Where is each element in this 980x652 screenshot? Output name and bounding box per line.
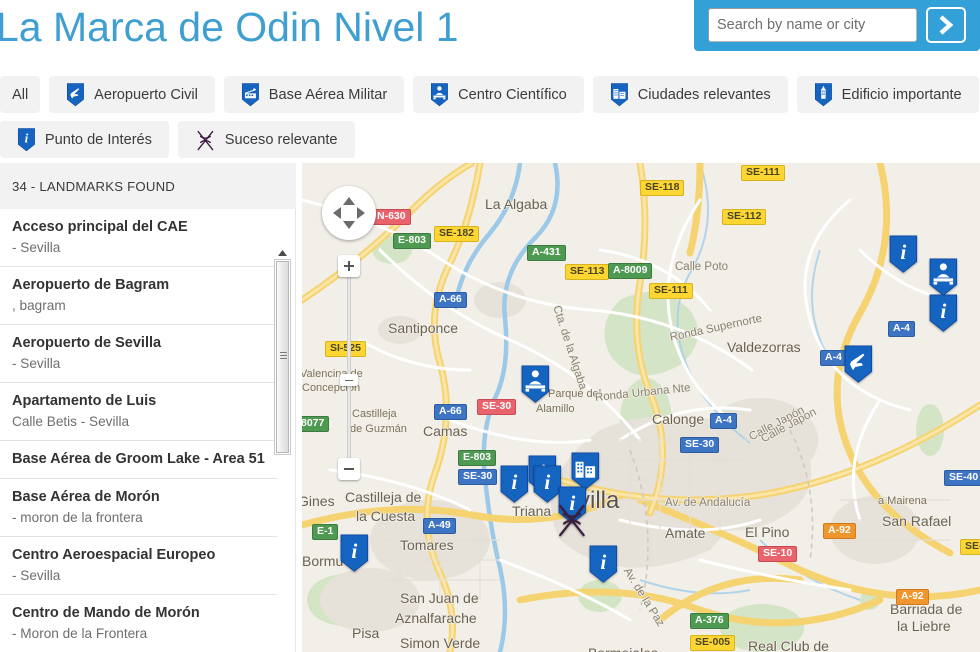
landmarks-count-header: 34 - LANDMARKS FOUND <box>0 163 296 209</box>
filter-chip-label: All <box>12 86 29 103</box>
scrollbar-grip-icon <box>280 352 287 359</box>
landmark-title: Aeropuerto de Bagram <box>12 277 170 293</box>
map-zoom-slider[interactable] <box>338 255 360 480</box>
map-marker-info-marker[interactable]: i <box>588 545 622 589</box>
map-viewport[interactable]: La Algaba Santiponce Valdezorras Camas Calon… <box>302 163 980 652</box>
landmark-title: Base Aérea de Morón <box>12 489 160 505</box>
filter-chip-base-a-rea-militar[interactable]: Base Aérea Militar <box>223 76 405 113</box>
filter-chip-aeropuerto-civil[interactable]: Aeropuerto Civil <box>49 76 215 113</box>
svg-text:i: i <box>600 550 606 574</box>
military-airbase-marker-icon <box>241 82 260 107</box>
list-scrollbar-thumb[interactable] <box>276 261 289 453</box>
zoom-slider-handle[interactable] <box>340 374 358 386</box>
info-marker-icon: i <box>17 127 36 152</box>
page-header: La Marca de Odin Nivel 1 <box>0 0 980 60</box>
svg-text:i: i <box>351 539 357 563</box>
map-marker-info-marker[interactable]: i <box>888 235 922 279</box>
landmark-list-item[interactable]: Aeropuerto de Sevilla - Sevilla <box>0 325 277 383</box>
landmark-title: Apartamento de Luis <box>12 393 157 409</box>
app-root: La Marca de Odin Nivel 1 All Aeropuerto C… <box>0 0 980 652</box>
filter-chip-label: Aeropuerto Civil <box>94 86 198 103</box>
filter-chip-bar: All Aeropuerto Civil Base Aérea Militar Cen… <box>0 76 980 166</box>
filter-chip-label: Ciudades relevantes <box>637 86 771 103</box>
filter-chip-punto-de-inter-s[interactable]: i Punto de Interés <box>0 121 169 158</box>
svg-text:i: i <box>544 470 550 494</box>
landmark-title: Aeropuerto de Sevilla <box>12 335 162 351</box>
city-marker-icon <box>610 82 629 107</box>
list-scrollbar[interactable] <box>274 259 291 455</box>
filter-chip-label: Centro Científico <box>458 86 567 103</box>
landmarks-list: Acceso principal del CAE - Sevilla Aeropue… <box>0 209 277 652</box>
landmark-location: - Sevilla <box>12 356 61 371</box>
map-pan-control[interactable] <box>322 186 376 240</box>
filter-chip-label: Base Aérea Militar <box>268 86 388 103</box>
page-title: La Marca de Odin Nivel 1 <box>0 4 459 50</box>
landmark-title: Centro de Mando de Morón <box>12 605 200 621</box>
landmarks-scroll-area[interactable]: Acceso principal del CAE - Sevilla Aeropue… <box>0 209 296 652</box>
filter-row-secondary: i Punto de Interés Suceso relevante <box>0 121 980 158</box>
map-marker-info-marker[interactable]: i <box>928 294 962 338</box>
zoom-in-button[interactable] <box>338 255 360 277</box>
landmark-list-item[interactable]: Base Aérea de Groom Lake - Area 51 <box>0 441 277 479</box>
map-tiles <box>302 163 980 652</box>
landmark-title: Acceso principal del CAE <box>12 219 188 235</box>
building-marker-icon <box>814 82 833 107</box>
science-marker-icon <box>430 82 449 107</box>
map-marker-crossed-swords[interactable] <box>555 500 589 544</box>
landmark-list-item[interactable]: Acceso principal del CAE - Sevilla <box>0 209 277 267</box>
filter-chip-suceso-relevante[interactable]: Suceso relevante <box>177 121 355 158</box>
landmark-title: Centro Aeroespacial Europeo <box>12 547 216 563</box>
landmark-list-item[interactable]: Centro Aeroespacial Europeo - Sevilla <box>0 537 277 595</box>
pan-compass-icon <box>333 197 365 229</box>
filter-chip-label: Suceso relevante <box>224 131 338 148</box>
svg-text:i: i <box>25 130 29 145</box>
svg-text:i: i <box>511 470 517 494</box>
search-input[interactable] <box>708 8 917 42</box>
filter-chip-ciudades-relevantes[interactable]: Ciudades relevantes <box>592 76 788 113</box>
landmark-list-item[interactable]: Centro de Mando de Morón - Moron de la Fr… <box>0 595 277 652</box>
map-marker-airplane-marker[interactable] <box>843 345 877 389</box>
chevron-right-icon <box>936 14 956 36</box>
scroll-up-arrow-icon[interactable] <box>274 246 291 260</box>
zoom-out-button[interactable] <box>338 458 360 480</box>
filter-row-primary: All Aeropuerto Civil Base Aérea Militar Cen… <box>0 76 980 113</box>
filter-chip-centro-cient-fico[interactable]: Centro Científico <box>413 76 584 113</box>
map-marker-science-marker[interactable] <box>520 365 554 409</box>
landmark-location: , bagram <box>12 298 66 313</box>
filter-chip-all[interactable]: All <box>0 76 41 113</box>
landmark-list-item[interactable]: Apartamento de Luis Calle Betis - Sevilla <box>0 383 277 441</box>
filter-chip-edificio-importante[interactable]: Edificio importante <box>796 76 979 113</box>
search-submit-button[interactable] <box>926 7 966 43</box>
svg-text:i: i <box>900 240 906 264</box>
zoom-track[interactable] <box>347 269 351 467</box>
landmark-title: Base Aérea de Groom Lake - Area 51 <box>12 451 265 467</box>
landmark-location: - Sevilla <box>12 240 61 255</box>
search-panel <box>694 0 980 51</box>
landmark-location: Calle Betis - Sevilla <box>12 414 130 429</box>
filter-chip-label: Punto de Interés <box>44 131 152 148</box>
map-marker-info-marker[interactable]: i <box>339 534 373 578</box>
airplane-marker-icon <box>66 82 85 107</box>
landmark-location: - moron de la frontera <box>12 510 143 525</box>
landmark-location: - Moron de la Frontera <box>12 626 148 641</box>
svg-text:i: i <box>940 299 946 323</box>
landmark-location: - Sevilla <box>12 568 61 583</box>
filter-chip-label: Edificio importante <box>841 86 962 103</box>
landmark-list-item[interactable]: Aeropuerto de Bagram , bagram <box>0 267 277 325</box>
crossed-swords-icon <box>195 128 216 152</box>
landmark-list-item[interactable]: Base Aérea de Morón - moron de la fronter… <box>0 479 277 537</box>
landmarks-panel: 34 - LANDMARKS FOUND Acceso principal de… <box>0 163 296 652</box>
